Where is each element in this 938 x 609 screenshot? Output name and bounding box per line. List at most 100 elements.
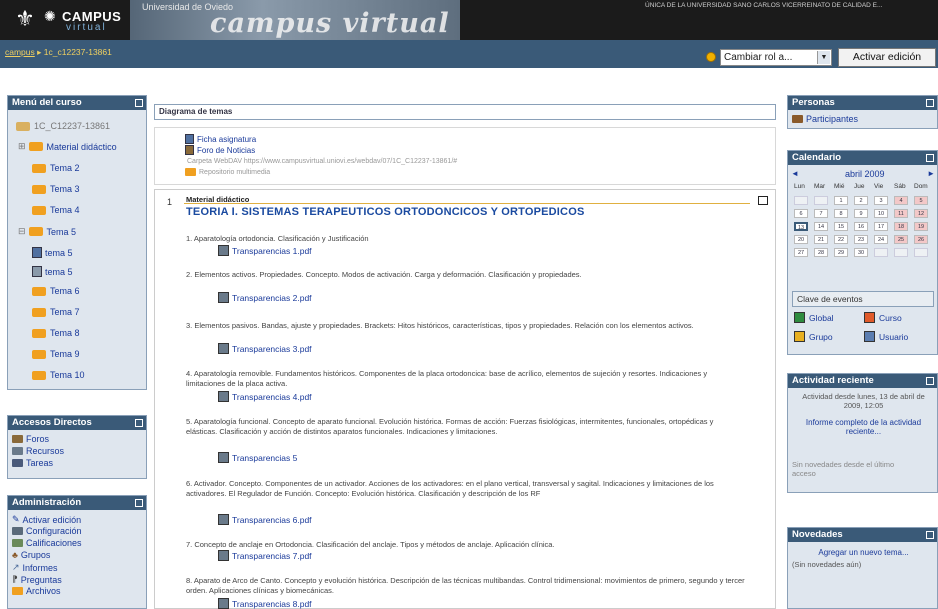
- show-only-topic-icon[interactable]: [758, 196, 768, 205]
- menu-item-tema-2[interactable]: Tema 2: [32, 163, 80, 173]
- turn-editing-on-button[interactable]: Activar edición: [838, 48, 936, 67]
- shortcut-tasks[interactable]: Tareas: [12, 458, 53, 468]
- shortcut-resources[interactable]: Recursos: [12, 446, 64, 456]
- menu-item-course[interactable]: 1C_C12237-13861: [16, 121, 110, 131]
- resource-course-sheet[interactable]: Ficha asignatura: [185, 134, 256, 144]
- calendar-day[interactable]: 6: [794, 209, 808, 218]
- full-report-link[interactable]: Informe completo de la actividad recient…: [792, 418, 935, 436]
- menu-item-material[interactable]: ⊞ Material didáctico: [18, 141, 117, 152]
- calendar-day[interactable]: 25: [894, 235, 908, 244]
- hide-block-icon[interactable]: [135, 99, 143, 107]
- calendar-day[interactable]: 18: [894, 222, 908, 231]
- calendar-month[interactable]: abril 2009: [845, 169, 885, 179]
- admin-questions[interactable]: ⁋ Preguntas: [12, 574, 62, 585]
- calendar-day[interactable]: 1: [834, 196, 848, 205]
- next-month-icon[interactable]: ►: [927, 169, 935, 178]
- calendar-day[interactable]: 12: [914, 209, 928, 218]
- pdf-link-3[interactable]: Transparencias 3.pdf: [218, 343, 312, 354]
- menu-item-tema-6[interactable]: Tema 6: [32, 286, 80, 296]
- calendar-day[interactable]: 4: [894, 196, 908, 205]
- calendar-day[interactable]: 7: [814, 209, 828, 218]
- calendar-day[interactable]: 11: [894, 209, 908, 218]
- menu-item-tema-3[interactable]: Tema 3: [32, 184, 80, 194]
- hide-block-icon[interactable]: [135, 499, 143, 507]
- calendar-day[interactable]: 17: [874, 222, 888, 231]
- hide-block-icon[interactable]: [926, 377, 934, 385]
- pdf-link-4[interactable]: Transparencias 4.pdf: [218, 391, 312, 402]
- hide-block-icon[interactable]: [135, 419, 143, 427]
- admin-grades[interactable]: Calificaciones: [12, 538, 82, 548]
- prev-month-icon[interactable]: ◄: [791, 169, 799, 178]
- administration-title: Administración: [8, 496, 146, 510]
- calendar-day[interactable]: 15: [834, 222, 848, 231]
- menu-item-tema-5[interactable]: ⊟ Tema 5: [18, 226, 76, 237]
- hide-block-icon[interactable]: [926, 531, 934, 539]
- menu-item-tema-9[interactable]: Tema 9: [32, 349, 80, 359]
- breadcrumb-home-link[interactable]: campus: [5, 47, 35, 57]
- calendar-day[interactable]: 5: [914, 196, 928, 205]
- calendar-day[interactable]: 2: [854, 196, 868, 205]
- menu-item-tema-5-doc[interactable]: tema 5: [32, 247, 73, 258]
- calendar-day[interactable]: 22: [834, 235, 848, 244]
- calendar-day[interactable]: 3: [874, 196, 888, 205]
- pdf-icon: [218, 292, 229, 303]
- role-select[interactable]: Cambiar rol a... ▼: [720, 49, 832, 66]
- admin-settings[interactable]: Configuración: [12, 526, 82, 536]
- calendar-day[interactable]: 20: [794, 235, 808, 244]
- calendar-day[interactable]: 16: [854, 222, 868, 231]
- shortcut-forums[interactable]: Foros: [12, 434, 49, 444]
- menu-item-tema-8[interactable]: Tema 8: [32, 328, 80, 338]
- role-help-icon[interactable]: [706, 52, 716, 62]
- resource-multimedia-repository[interactable]: Repositorio multimedia: [185, 168, 270, 176]
- calendar-day[interactable]: 28: [814, 248, 828, 257]
- event-group[interactable]: Grupo: [794, 331, 833, 342]
- calendar-day[interactable]: 19: [914, 222, 928, 231]
- no-recent-activity-text: Sin novedades desde el último acceso: [792, 460, 895, 478]
- hide-block-icon[interactable]: [926, 99, 934, 107]
- resource-news-forum[interactable]: Foro de Noticias: [185, 145, 255, 155]
- calendar-day[interactable]: 24: [874, 235, 888, 244]
- event-user[interactable]: Usuario: [864, 331, 908, 342]
- calendar-day[interactable]: 30: [854, 248, 868, 257]
- event-course[interactable]: Curso: [864, 312, 902, 323]
- people-title: Personas: [788, 96, 937, 110]
- calendar-day[interactable]: 21: [814, 235, 828, 244]
- recent-activity-title: Actividad reciente: [788, 374, 937, 388]
- calendar-day[interactable]: 10: [874, 209, 888, 218]
- pdf-link-7[interactable]: Transparencias 7.pdf: [218, 550, 312, 561]
- calendar-day[interactable]: 8: [834, 209, 848, 218]
- calendar-day[interactable]: 29: [834, 248, 848, 257]
- pdf-link-2[interactable]: Transparencias 2.pdf: [218, 292, 312, 303]
- menu-item-tema-10[interactable]: Tema 10: [32, 370, 85, 380]
- task-icon: [12, 459, 23, 467]
- calendar-day[interactable]: 27: [794, 248, 808, 257]
- menu-item-tema-4[interactable]: Tema 4: [32, 205, 80, 215]
- calendar-day[interactable]: 13: [794, 222, 808, 231]
- hide-block-icon[interactable]: [926, 154, 934, 162]
- topic-title: TEORIA I. SISTEMAS TERAPEUTICOS ORTODONC…: [186, 206, 585, 218]
- pdf-link-1[interactable]: Transparencias 1.pdf: [218, 245, 312, 256]
- calendar-day[interactable]: 14: [814, 222, 828, 231]
- grades-icon: [12, 539, 23, 547]
- admin-turn-editing-on[interactable]: ✎ Activar edición: [12, 514, 81, 525]
- calendar-day: [894, 248, 908, 257]
- pdf-link-5[interactable]: Transparencias 5: [218, 452, 297, 463]
- university-logo-icon[interactable]: ⚜: [10, 4, 40, 34]
- menu-item-tema-7[interactable]: Tema 7: [32, 307, 80, 317]
- admin-reports[interactable]: ↗ Informes: [12, 562, 58, 573]
- course-menu-block: Menú del curso 1C_C12237-13861 ⊞ Material…: [7, 95, 147, 390]
- pdf-link-8[interactable]: Transparencias 8.pdf: [218, 598, 312, 609]
- participants-link[interactable]: Participantes: [792, 114, 858, 124]
- calendar-day[interactable]: 26: [914, 235, 928, 244]
- calendar-day[interactable]: 9: [854, 209, 868, 218]
- folder-icon: [32, 349, 46, 359]
- chevron-down-icon[interactable]: ▼: [817, 51, 830, 64]
- pdf-link-6[interactable]: Transparencias 6.pdf: [218, 514, 312, 525]
- add-new-topic-link[interactable]: Agregar un nuevo tema...: [792, 548, 935, 557]
- menu-item-tema-5-link[interactable]: tema 5: [32, 266, 73, 277]
- folder-icon: [185, 168, 196, 176]
- event-global[interactable]: Global: [794, 312, 834, 323]
- calendar-day[interactable]: 23: [854, 235, 868, 244]
- admin-files[interactable]: Archivos: [12, 586, 61, 596]
- admin-groups[interactable]: ♣ Grupos: [12, 550, 50, 560]
